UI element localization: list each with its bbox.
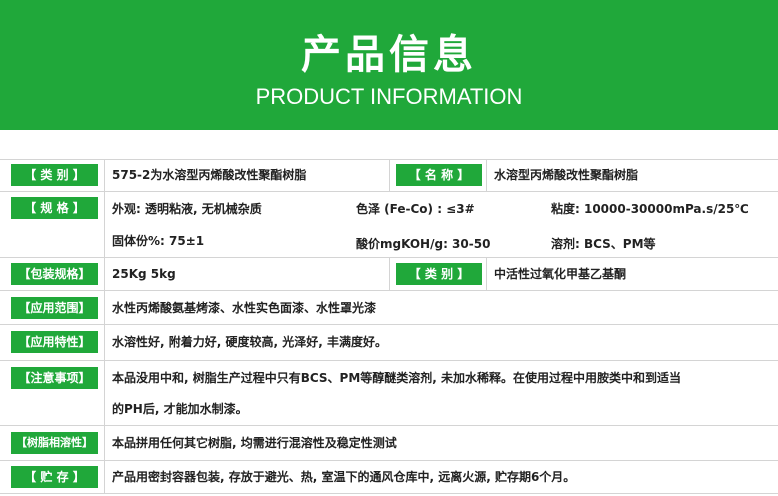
column-divider: [104, 159, 105, 493]
column-divider: [389, 159, 390, 191]
table-divider: [0, 360, 778, 361]
label-compatibility: 【树脂相溶性】: [11, 432, 98, 454]
spec-viscosity: 粘度: 10000-30000mPa.s/25℃: [551, 202, 749, 216]
label-specs: 【 规 格 】: [11, 197, 98, 219]
label-category: 【 类 别 】: [11, 164, 98, 186]
column-divider: [389, 257, 390, 290]
label-features: 【应用特性】: [11, 331, 98, 353]
table-divider: [0, 460, 778, 461]
spec-acid-value: 酸价mgKOH/g: 30-50: [356, 237, 491, 251]
label-packaging: 【包装规格】: [11, 263, 98, 285]
table-divider: [0, 191, 778, 192]
value-notes-line-2: 的PH后, 才能加水制漆。: [112, 402, 248, 416]
label-category-2: 【 类 别 】: [396, 263, 482, 285]
spec-appearance: 外观: 透明粘液, 无机械杂质: [112, 202, 262, 216]
value-category-2: 中活性过氧化甲基乙基酮: [494, 267, 627, 281]
label-storage: 【 贮 存 】: [11, 466, 98, 488]
value-notes-line-1: 本品没用中和, 树脂生产过程中只有BCS、PM等醇醚类溶剂, 未加水稀释。在使用…: [112, 371, 682, 385]
page-title: 产品信息: [301, 32, 477, 78]
value-application: 水性丙烯酸氨基烤漆、水性实色面漆、水性罩光漆: [112, 301, 377, 315]
spec-solids: 固体份%: 75±1: [112, 234, 205, 248]
value-category: 575-2为水溶型丙烯酸改性聚酯树脂: [112, 168, 307, 182]
table-divider: [0, 324, 778, 325]
spec-color: 色泽 (Fe-Co) : ≤3#: [356, 202, 475, 216]
table-border-bottom: [0, 493, 778, 494]
column-divider: [486, 159, 487, 191]
page-subtitle: PRODUCT INFORMATION: [255, 84, 523, 109]
table-divider: [0, 290, 778, 291]
table-divider: [0, 425, 778, 426]
label-application: 【应用范围】: [11, 297, 98, 319]
value-name: 水溶型丙烯酸改性聚酯树脂: [494, 168, 639, 182]
value-storage: 产品用密封容器包装, 存放于避光、热, 室温下的通风仓库中, 远离火源, 贮存期…: [112, 470, 576, 484]
value-compatibility: 本品拼用任何其它树脂, 均需进行混溶性及稳定性测试: [112, 436, 397, 450]
label-name: 【 名 称 】: [396, 164, 482, 186]
value-packaging: 25Kg 5kg: [112, 267, 176, 281]
header-banner: 产品信息 PRODUCT INFORMATION: [0, 0, 778, 130]
column-divider: [486, 257, 487, 290]
label-notes: 【注意事项】: [11, 367, 98, 389]
spec-solvent: 溶剂: BCS、PM等: [551, 237, 656, 251]
value-features: 水溶性好, 附着力好, 硬度较高, 光泽好, 丰满度好。: [112, 335, 387, 349]
